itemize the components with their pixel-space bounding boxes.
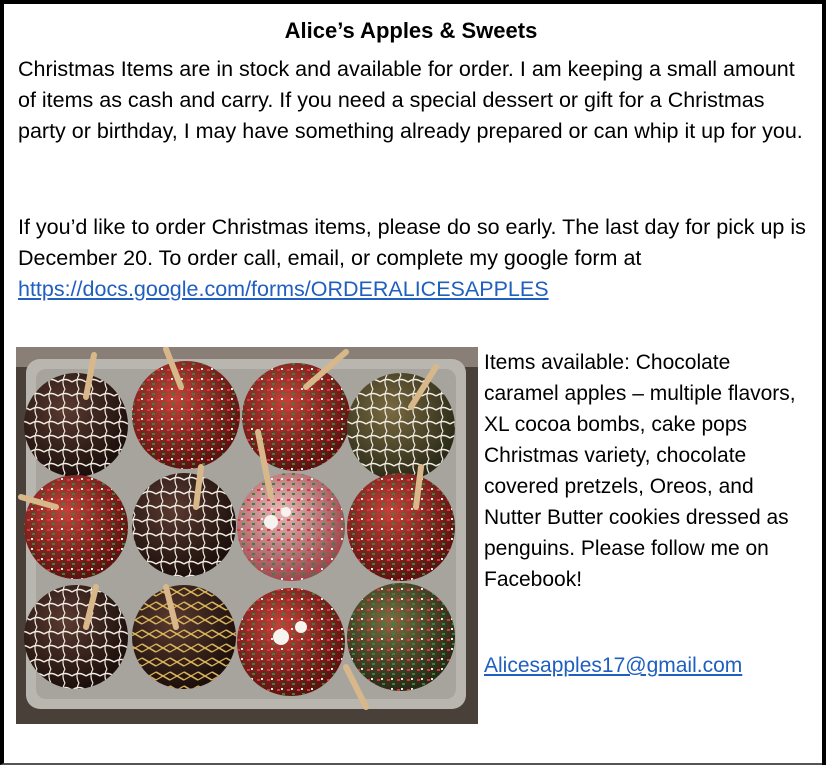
flyer-right-border — [822, 0, 826, 765]
email-line: Alicesapples17@gmail.com — [484, 650, 742, 681]
order-text: If you’d like to order Christmas items, … — [18, 215, 806, 270]
intro-paragraph: Christmas Items are in stock and availab… — [18, 57, 803, 143]
items-available-text: Items available: Chocolate caramel apple… — [484, 351, 796, 591]
order-paragraph: If you’d like to order Christmas items, … — [18, 212, 818, 305]
google-form-link[interactable]: https://docs.google.com/forms/ORDERALICE… — [18, 277, 549, 301]
flyer-title: Alice’s Apples & Sweets — [284, 18, 538, 43]
email-link[interactable]: Alicesapples17@gmail.com — [484, 654, 742, 677]
candy-apples-photo — [16, 347, 478, 724]
